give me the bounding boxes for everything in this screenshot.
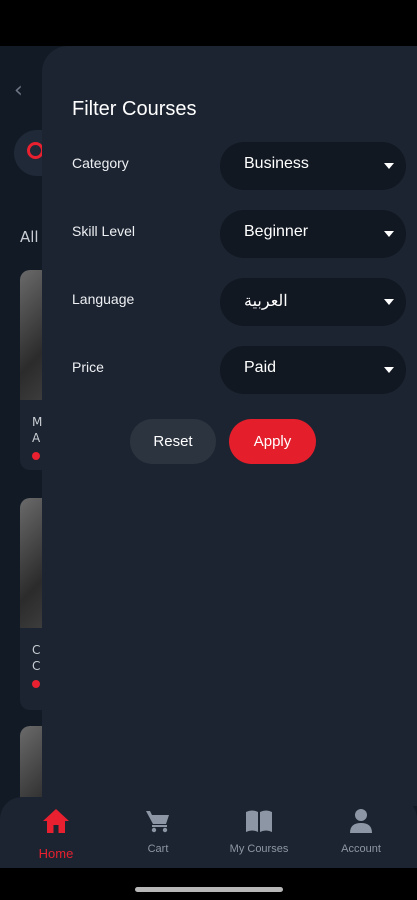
status-bar <box>0 0 417 46</box>
filter-row-language: Language العربية <box>42 278 417 326</box>
caret-down-icon <box>384 163 394 169</box>
language-dropdown[interactable]: العربية <box>220 278 406 326</box>
filter-row-price: Price Paid <box>42 346 417 394</box>
skill-level-label: Skill Level <box>72 223 136 239</box>
home-icon <box>43 809 69 833</box>
filter-title: Filter Courses <box>72 98 197 120</box>
language-label: Language <box>72 291 135 307</box>
book-icon <box>246 810 272 832</box>
nav-label-cart: Cart <box>147 843 169 855</box>
price-label: Price <box>72 359 104 375</box>
user-icon <box>350 809 372 833</box>
category-chip-all[interactable]: All <box>20 228 39 246</box>
apply-button[interactable]: Apply <box>229 419 316 464</box>
back-arrow-icon[interactable]: ‹ <box>14 78 23 103</box>
instructor-icon <box>32 452 40 460</box>
category-label: Category <box>72 155 129 171</box>
filter-panel: Filter Courses Category Business Skill L… <box>42 46 417 806</box>
cart-icon <box>146 811 169 833</box>
nav-item-home[interactable]: Home <box>4 797 108 868</box>
filter-row-category: Category Business <box>42 142 417 190</box>
nav-item-account[interactable]: Account <box>309 797 413 868</box>
language-value: العربية <box>244 293 288 310</box>
filter-row-skill-level: Skill Level Beginner <box>42 210 417 258</box>
instructor-icon <box>32 680 40 688</box>
bottom-nav: Home Cart My Courses Account <box>0 797 417 868</box>
price-value: Paid <box>244 359 277 376</box>
nav-item-my-courses[interactable]: My Courses <box>207 797 311 868</box>
home-indicator[interactable] <box>135 887 283 892</box>
nav-label-my-courses: My Courses <box>229 843 289 855</box>
category-dropdown[interactable]: Business <box>220 142 406 190</box>
caret-down-icon <box>384 231 394 237</box>
caret-down-icon <box>384 299 394 305</box>
price-dropdown[interactable]: Paid <box>220 346 406 394</box>
nav-label-account: Account <box>341 843 381 855</box>
skill-level-dropdown[interactable]: Beginner <box>220 210 406 258</box>
skill-level-value: Beginner <box>244 223 309 240</box>
nav-label-home: Home <box>38 846 74 861</box>
caret-down-icon <box>384 367 394 373</box>
category-value: Business <box>244 155 309 172</box>
reset-button[interactable]: Reset <box>130 419 216 464</box>
nav-item-cart[interactable]: Cart <box>106 797 210 868</box>
system-nav-bar <box>0 868 417 900</box>
